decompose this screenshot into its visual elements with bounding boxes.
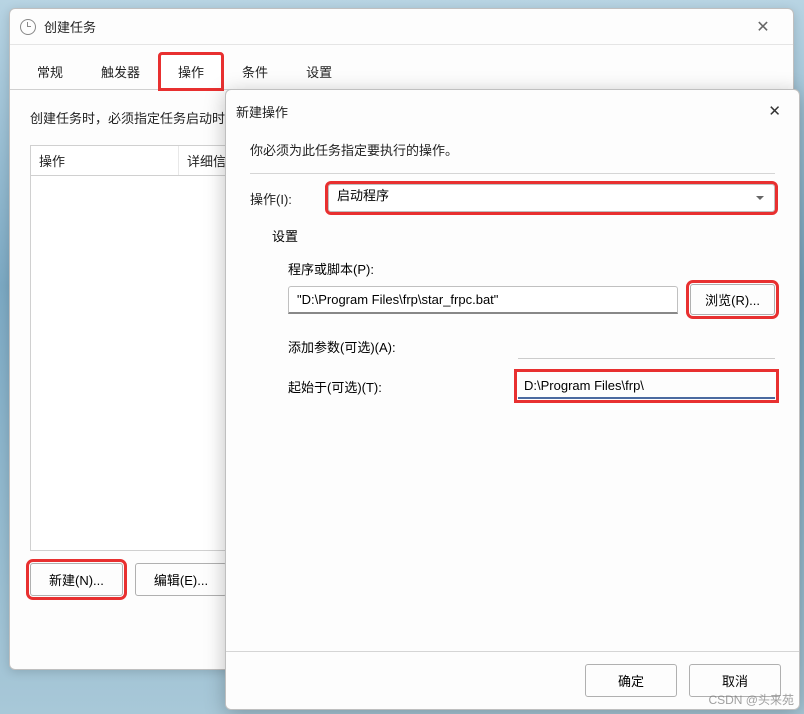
modal-body: 你必须为此任务指定要执行的操作。 操作(I): 启动程序 设置 程序或脚本(P)… — [226, 132, 799, 399]
action-type-row: 操作(I): 启动程序 — [250, 184, 775, 212]
settings-group-label: 设置 — [250, 226, 775, 245]
clock-icon — [20, 19, 36, 35]
main-close-button[interactable]: ✕ — [743, 17, 783, 37]
main-titlebar: 创建任务 ✕ — [10, 9, 793, 45]
program-label: 程序或脚本(P): — [250, 259, 775, 278]
tab-settings[interactable]: 设置 — [287, 53, 351, 89]
tab-general[interactable]: 常规 — [18, 53, 82, 89]
startin-input[interactable] — [518, 373, 775, 399]
modal-titlebar: 新建操作 ✕ — [226, 90, 799, 132]
modal-close-button[interactable]: ✕ — [760, 98, 789, 124]
args-label: 添加参数(可选)(A): — [288, 337, 508, 356]
new-action-dialog: 新建操作 ✕ 你必须为此任务指定要执行的操作。 操作(I): 启动程序 设置 程… — [225, 89, 800, 710]
args-input[interactable] — [518, 333, 775, 359]
tab-conditions[interactable]: 条件 — [223, 53, 287, 89]
watermark: CSDN @头来苑 — [708, 691, 794, 708]
action-type-value: 启动程序 — [337, 188, 389, 203]
tab-actions[interactable]: 操作 — [159, 53, 223, 90]
new-button[interactable]: 新建(N)... — [30, 563, 123, 596]
program-input[interactable] — [288, 286, 678, 314]
args-row: 添加参数(可选)(A): — [250, 333, 775, 359]
tab-strip: 常规 触发器 操作 条件 设置 — [10, 45, 793, 90]
program-input-row: 浏览(R)... — [250, 284, 775, 315]
modal-title: 新建操作 — [236, 102, 760, 121]
startin-label: 起始于(可选)(T): — [288, 377, 508, 396]
action-type-label: 操作(I): — [250, 189, 328, 208]
ok-button[interactable]: 确定 — [585, 664, 677, 697]
startin-row: 起始于(可选)(T): — [250, 373, 775, 399]
edit-button[interactable]: 编辑(E)... — [135, 563, 227, 596]
col-action[interactable]: 操作 — [31, 146, 179, 175]
modal-instruction: 你必须为此任务指定要执行的操作。 — [250, 140, 775, 174]
main-title: 创建任务 — [44, 17, 743, 36]
tab-triggers[interactable]: 触发器 — [82, 53, 159, 89]
browse-button[interactable]: 浏览(R)... — [690, 284, 775, 315]
action-type-select[interactable]: 启动程序 — [328, 184, 775, 212]
